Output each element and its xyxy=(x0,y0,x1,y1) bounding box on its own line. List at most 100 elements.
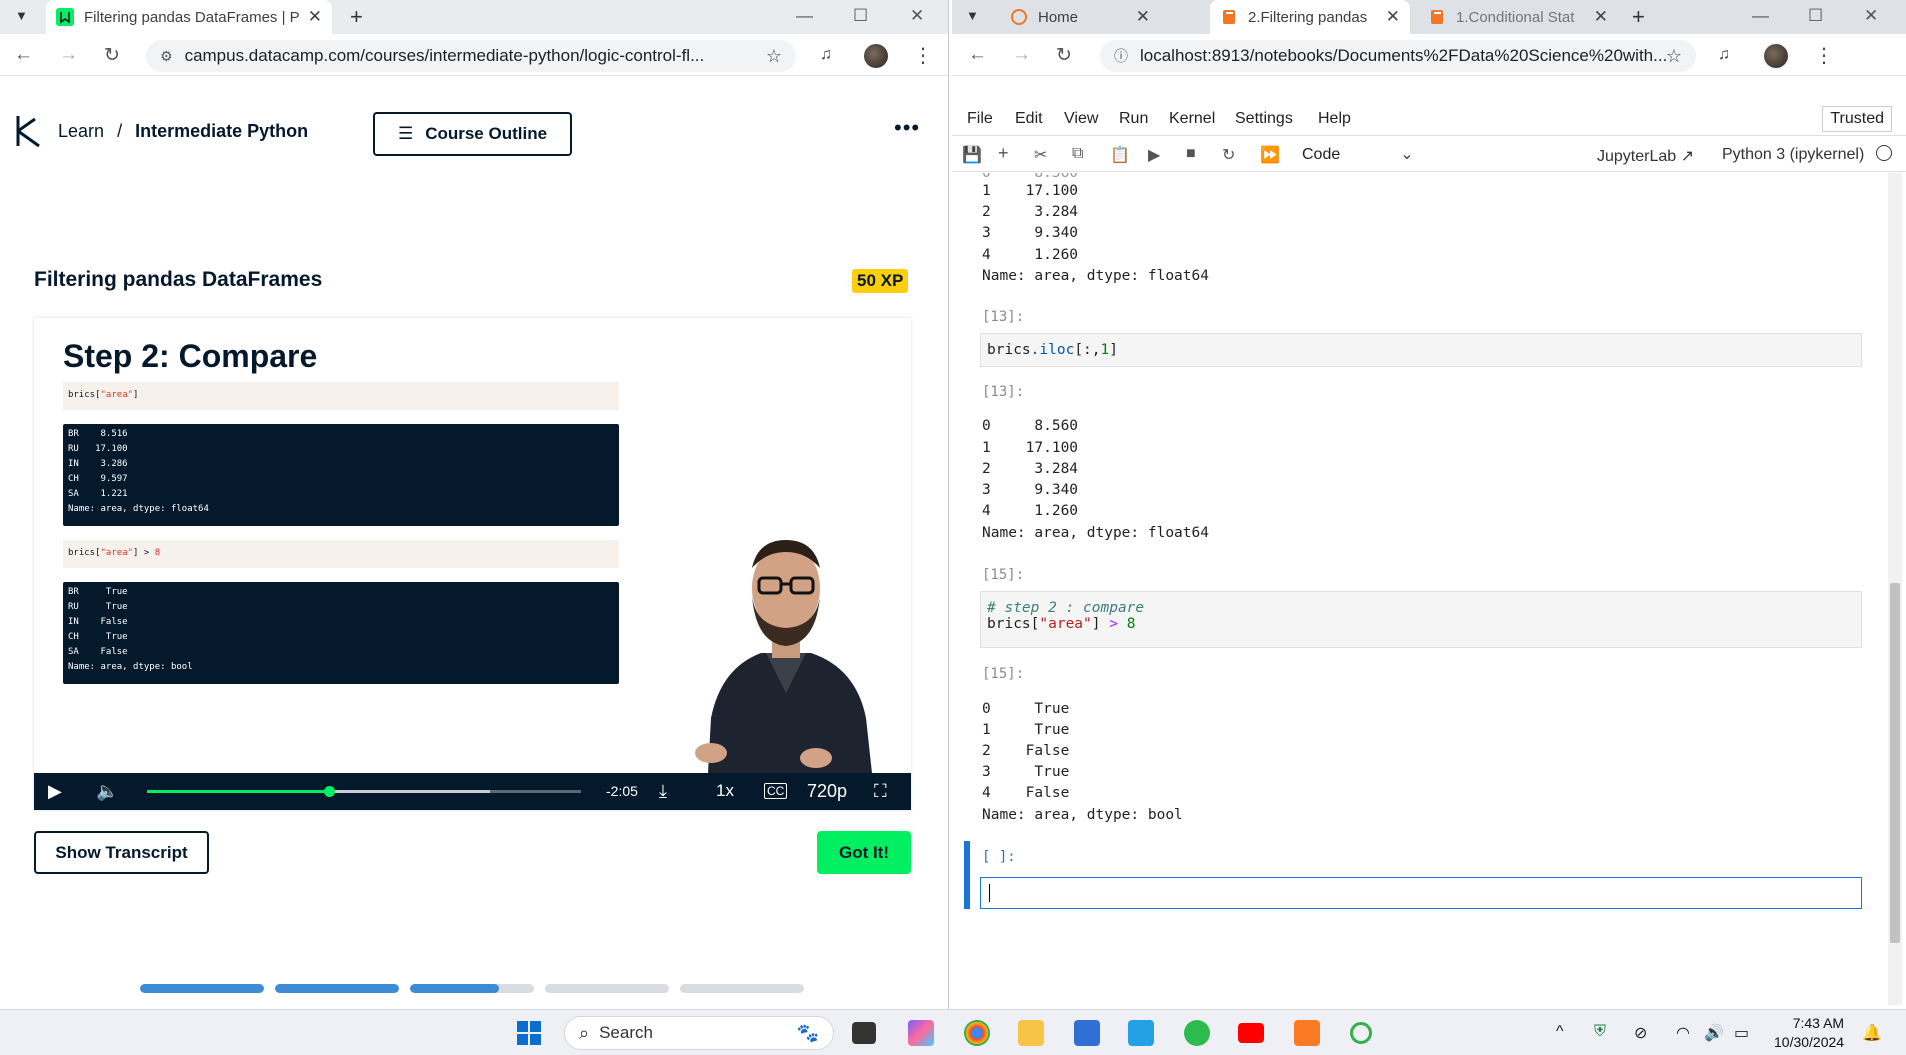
paste-icon[interactable]: 📋 xyxy=(1110,145,1130,165)
video-player[interactable]: Step 2: Compare brics["area"] BR 8.516 RU… xyxy=(34,318,911,810)
play-icon[interactable]: ▶ xyxy=(48,781,62,802)
step-bar-1[interactable] xyxy=(140,984,264,993)
course-outline-button[interactable]: ☰ Course Outline xyxy=(373,112,572,156)
copilot-icon[interactable] xyxy=(908,1020,934,1046)
save-icon[interactable]: 💾 xyxy=(962,145,982,165)
copy-icon[interactable]: ⧉ xyxy=(1072,145,1083,163)
kernel-name[interactable]: Python 3 (ipykernel) xyxy=(1722,146,1864,164)
jupyterlab-link[interactable]: JupyterLab ↗ xyxy=(1597,146,1694,166)
taskbar-search[interactable]: ⌕ Search 🐾 xyxy=(564,1016,834,1050)
add-cell-icon[interactable]: + xyxy=(998,143,1009,164)
step-bar-3[interactable] xyxy=(410,984,534,993)
menu-view[interactable]: View xyxy=(1064,110,1098,128)
quality-selector[interactable]: 720p xyxy=(807,781,847,802)
fast-forward-icon[interactable]: ⏩ xyxy=(1260,145,1280,165)
cell-type-select[interactable]: Code ⌄ xyxy=(1302,144,1414,164)
back-icon[interactable]: ← xyxy=(14,44,33,66)
show-transcript-button[interactable]: Show Transcript xyxy=(34,831,209,874)
maximize-icon[interactable]: ☐ xyxy=(853,6,868,26)
info-icon[interactable]: ⓘ xyxy=(1114,46,1128,66)
step-bar-4[interactable] xyxy=(545,984,669,993)
task-view-icon[interactable] xyxy=(852,1022,876,1044)
media-control-icon[interactable]: ♫ xyxy=(820,46,832,64)
restart-icon[interactable]: ↻ xyxy=(1222,145,1235,165)
captions-icon[interactable]: CC xyxy=(764,783,788,799)
maximize-icon[interactable]: ☐ xyxy=(1808,6,1823,26)
minimize-icon[interactable]: — xyxy=(796,6,813,26)
code-cell-15[interactable]: # step 2 : compare brics["area"] > 8 xyxy=(980,591,1862,648)
security-shield-icon[interactable]: ⛨ xyxy=(1594,1023,1606,1041)
step-bar-5[interactable] xyxy=(680,984,804,993)
scrollbar-thumb[interactable] xyxy=(1890,583,1900,943)
browser-menu-icon[interactable]: ⋮ xyxy=(1814,43,1834,68)
site-info-icon[interactable]: ⚙ xyxy=(160,48,173,65)
more-options-icon[interactable]: ••• xyxy=(894,115,920,141)
reload-icon[interactable]: ↻ xyxy=(104,44,120,67)
bookmark-star-icon[interactable]: ☆ xyxy=(766,46,782,67)
tab-search-chevron-icon[interactable]: ▼ xyxy=(15,8,28,23)
close-tab-icon[interactable]: ✕ xyxy=(1594,7,1608,27)
fullscreen-icon[interactable]: ⛶ xyxy=(874,781,887,802)
windows-start-icon[interactable] xyxy=(516,1020,542,1046)
tab-conditional[interactable]: 1.Conditional Stat ✕ xyxy=(1418,0,1618,34)
vscode-icon[interactable] xyxy=(1128,1020,1154,1046)
volume-icon[interactable]: 🔈 xyxy=(96,781,118,802)
menu-kernel[interactable]: Kernel xyxy=(1169,110,1215,128)
file-explorer-icon[interactable] xyxy=(1018,1020,1044,1046)
new-tab-icon[interactable]: + xyxy=(1632,4,1645,30)
chrome-icon[interactable] xyxy=(964,1020,990,1046)
notebook-area[interactable]: 0 8.560 1 17.100 2 3.284 3 9.340 4 1.260… xyxy=(952,173,1888,935)
refresh-app-icon[interactable] xyxy=(1350,1022,1372,1044)
battery-icon[interactable]: ▭ xyxy=(1734,1023,1749,1043)
forward-icon[interactable]: → xyxy=(59,44,78,66)
forward-icon[interactable]: → xyxy=(1012,44,1031,66)
notebook-scrollbar[interactable] xyxy=(1888,173,1902,1005)
browser-menu-icon[interactable]: ⋮ xyxy=(913,43,933,68)
minimize-icon[interactable]: — xyxy=(1752,6,1769,26)
breadcrumb-course[interactable]: Intermediate Python xyxy=(135,121,308,141)
menu-help[interactable]: Help xyxy=(1318,110,1351,128)
active-code-cell-input[interactable] xyxy=(980,877,1862,909)
close-tab-icon[interactable]: ✕ xyxy=(1136,7,1150,27)
breadcrumb-learn[interactable]: Learn xyxy=(58,121,104,141)
tab-home[interactable]: Home ✕ xyxy=(1000,0,1160,34)
video-scrubber-handle[interactable] xyxy=(324,786,336,797)
bookmark-star-icon[interactable]: ☆ xyxy=(1666,46,1682,67)
notifications-bell-icon[interactable]: 🔔 xyxy=(1862,1023,1882,1043)
menu-run[interactable]: Run xyxy=(1119,110,1148,128)
close-window-icon[interactable]: ✕ xyxy=(1864,6,1878,26)
close-window-icon[interactable]: ✕ xyxy=(910,6,924,26)
stop-icon[interactable]: ■ xyxy=(1186,145,1196,163)
menu-settings[interactable]: Settings xyxy=(1235,110,1293,128)
reload-icon[interactable]: ↻ xyxy=(1056,44,1072,67)
download-icon[interactable]: ⤓ xyxy=(659,781,667,802)
code-cell-13[interactable]: brics.iloc[:,1] xyxy=(980,333,1862,367)
taskbar-clock[interactable]: 7:43 AM 10/30/2024 xyxy=(1774,1014,1844,1052)
store-icon[interactable] xyxy=(1074,1020,1100,1046)
cut-icon[interactable]: ✂ xyxy=(1034,145,1047,165)
run-icon[interactable]: ▶ xyxy=(1148,145,1160,165)
video-progress-bar[interactable] xyxy=(147,786,581,797)
show-hidden-icons-chevron-icon[interactable]: ^ xyxy=(1556,1023,1564,1041)
got-it-button[interactable]: Got It! xyxy=(817,831,911,874)
speaker-icon[interactable]: 🔊 xyxy=(1704,1023,1724,1043)
left-url-bar[interactable]: ⚙ campus.datacamp.com/courses/intermedia… xyxy=(146,40,796,72)
close-tab-icon[interactable]: ✕ xyxy=(1386,7,1400,27)
whatsapp-icon[interactable] xyxy=(1184,1020,1210,1046)
menu-file[interactable]: File xyxy=(967,110,993,128)
tab-search-chevron-icon[interactable]: ▼ xyxy=(966,8,979,23)
right-url-bar[interactable]: ⓘ localhost:8913/notebooks/Documents%2FD… xyxy=(1100,40,1696,72)
media-control-icon[interactable]: ♫ xyxy=(1718,46,1730,64)
tab-filtering-pandas[interactable]: 2.Filtering pandas ✕ xyxy=(1210,0,1410,34)
tab-datacamp[interactable]: Filtering pandas DataFrames | P ✕ xyxy=(46,0,332,34)
wifi-icon[interactable]: ◠ xyxy=(1676,1023,1690,1043)
profile-avatar[interactable] xyxy=(1764,44,1788,68)
close-tab-icon[interactable]: ✕ xyxy=(308,7,322,27)
back-icon[interactable]: ← xyxy=(968,44,987,66)
new-tab-icon[interactable]: + xyxy=(350,4,363,30)
profile-avatar[interactable] xyxy=(864,44,888,68)
xampp-icon[interactable] xyxy=(1294,1020,1320,1046)
menu-edit[interactable]: Edit xyxy=(1015,110,1043,128)
trusted-badge[interactable]: Trusted xyxy=(1822,106,1892,132)
datacamp-logo-icon[interactable] xyxy=(15,113,45,149)
